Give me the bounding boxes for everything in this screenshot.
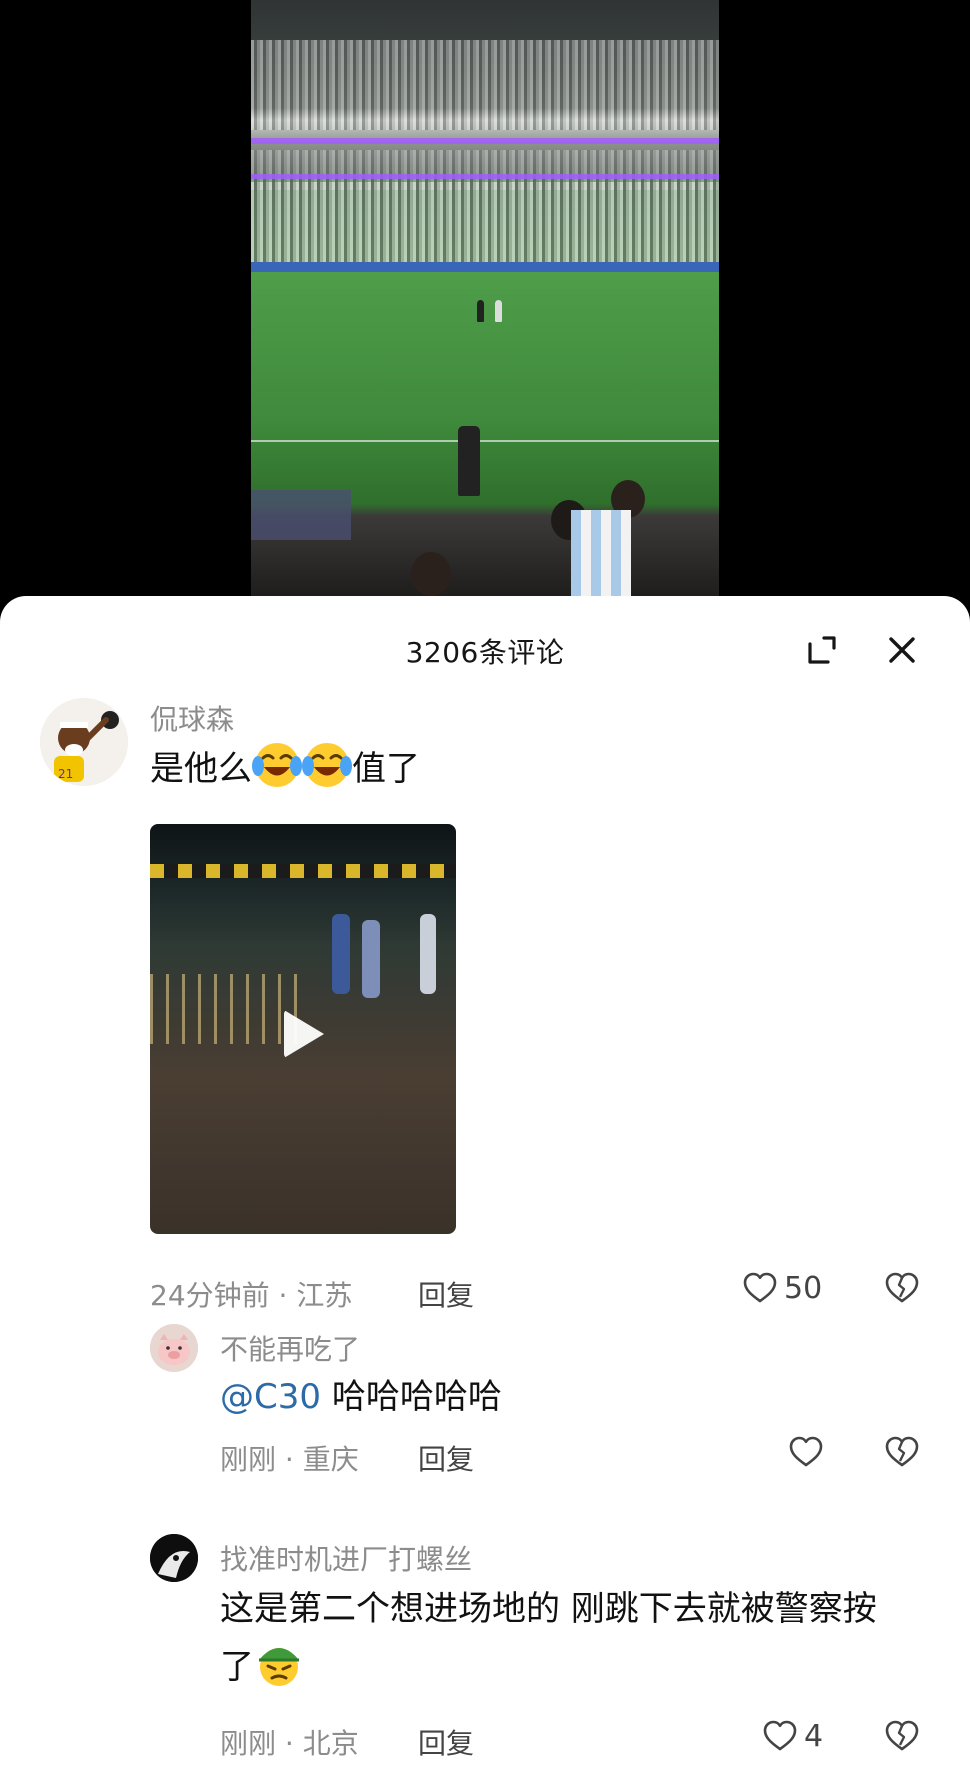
svg-text:21: 21: [58, 767, 73, 781]
comment-text-line: 这是第二个想进场地的 刚跳下去就被警察按: [220, 1589, 877, 1629]
avatar[interactable]: [150, 1324, 198, 1372]
stands-lower: [251, 182, 719, 262]
stands-upper: [251, 40, 719, 130]
comment-meta: 刚刚 · 北京: [220, 1722, 359, 1762]
close-icon: [889, 637, 915, 663]
monochrome-portrait-avatar-icon: [150, 1534, 198, 1582]
piglet-avatar-icon: [150, 1324, 198, 1372]
heart-icon: [789, 1436, 823, 1467]
comment-text: @C30 哈哈哈哈哈: [220, 1368, 502, 1426]
comment-panel-header: 3206条评论: [0, 596, 970, 700]
dislike-button[interactable]: [884, 1270, 920, 1310]
avatar[interactable]: [150, 1534, 198, 1582]
meta-separator: ·: [276, 1443, 303, 1476]
laughing-tears-emoji-icon: [302, 743, 352, 787]
dugout: [251, 490, 351, 540]
play-icon: [284, 1010, 324, 1058]
heart-icon: [743, 1272, 777, 1303]
comment-time: 24分钟前: [150, 1279, 270, 1312]
comment-text-part: 是他么: [150, 749, 252, 789]
broken-heart-icon: [885, 1436, 919, 1467]
comment-meta: 刚刚 · 重庆: [220, 1438, 359, 1478]
pitch-line: [251, 440, 719, 442]
player: [495, 300, 502, 322]
meta-separator: ·: [269, 1279, 297, 1312]
reply-button[interactable]: 回复: [418, 1722, 474, 1762]
laughing-tears-emoji-icon: [252, 743, 302, 787]
like-button[interactable]: 4: [762, 1718, 823, 1754]
expand-icon: [808, 636, 836, 664]
comment-location: 北京: [302, 1727, 359, 1760]
barrier-stripe: [150, 864, 456, 878]
comment-text-part: 了: [220, 1647, 254, 1687]
comment-panel: 3206条评论 21 侃球森 是他么 值了 24分钟前 · 江苏 回复 50 不…: [0, 596, 970, 1784]
comment-username[interactable]: 找准时机进厂打螺丝: [220, 1538, 472, 1578]
officer-figure: [420, 914, 436, 994]
comment-text: 这是第二个想进场地的 刚跳下去就被警察按 了: [220, 1580, 940, 1696]
green-hat-angry-emoji-icon: [259, 1648, 299, 1686]
meta-separator: ·: [276, 1727, 303, 1760]
video-player[interactable]: [0, 0, 970, 600]
reply-button[interactable]: 回复: [418, 1274, 474, 1314]
comment-reply-item: 找准时机进厂打螺丝 这是第二个想进场地的 刚跳下去就被警察按 了 刚刚 · 北京…: [0, 1534, 970, 1764]
fan-jersey: [571, 510, 631, 600]
like-button[interactable]: 50: [742, 1270, 822, 1306]
ad-board: [251, 262, 719, 272]
comment-text-part: 值了: [352, 749, 420, 789]
led-ribbon-lower: [251, 174, 719, 179]
expand-button[interactable]: [802, 630, 842, 670]
broken-heart-icon: [885, 1272, 919, 1303]
officer-figure: [362, 920, 380, 998]
officer-figure: [332, 914, 350, 994]
coach-figure: [458, 426, 480, 496]
close-button[interactable]: [882, 630, 922, 670]
comment-time: 刚刚: [220, 1727, 277, 1760]
comment-item: 21 侃球森 是他么 值了 24分钟前 · 江苏 回复 50: [0, 696, 970, 1312]
heart-icon: [763, 1720, 797, 1751]
comment-meta: 24分钟前 · 江苏: [150, 1274, 352, 1314]
dislike-button[interactable]: [884, 1434, 920, 1474]
comment-text-line-wrap: 了: [220, 1638, 940, 1696]
dislike-button[interactable]: [884, 1718, 920, 1758]
cartoon-player-avatar-icon: 21: [40, 698, 128, 786]
comment-time: 刚刚: [220, 1443, 277, 1476]
comment-location: 江苏: [296, 1279, 353, 1312]
reply-button[interactable]: 回复: [418, 1438, 474, 1478]
comment-location: 重庆: [302, 1443, 359, 1476]
comment-reply-item: 不能再吃了 @C30 哈哈哈哈哈 刚刚 · 重庆 回复: [0, 1324, 970, 1476]
broken-heart-icon: [885, 1720, 919, 1751]
comment-text-part: 哈哈哈哈哈: [331, 1377, 502, 1417]
like-count: 4: [804, 1718, 824, 1754]
stadium-video-frame[interactable]: [251, 0, 719, 600]
comment-username[interactable]: 侃球森: [150, 698, 234, 738]
player: [477, 300, 484, 322]
comment-text: 是他么 值了: [150, 740, 420, 798]
avatar[interactable]: 21: [40, 698, 128, 786]
fan: [411, 552, 451, 596]
like-count: 50: [784, 1270, 823, 1306]
comment-username[interactable]: 不能再吃了: [220, 1328, 360, 1368]
led-ribbon: [251, 138, 719, 144]
like-button[interactable]: [788, 1434, 830, 1470]
comment-video-thumbnail[interactable]: [150, 824, 456, 1234]
user-mention-link[interactable]: @C30: [220, 1377, 321, 1417]
